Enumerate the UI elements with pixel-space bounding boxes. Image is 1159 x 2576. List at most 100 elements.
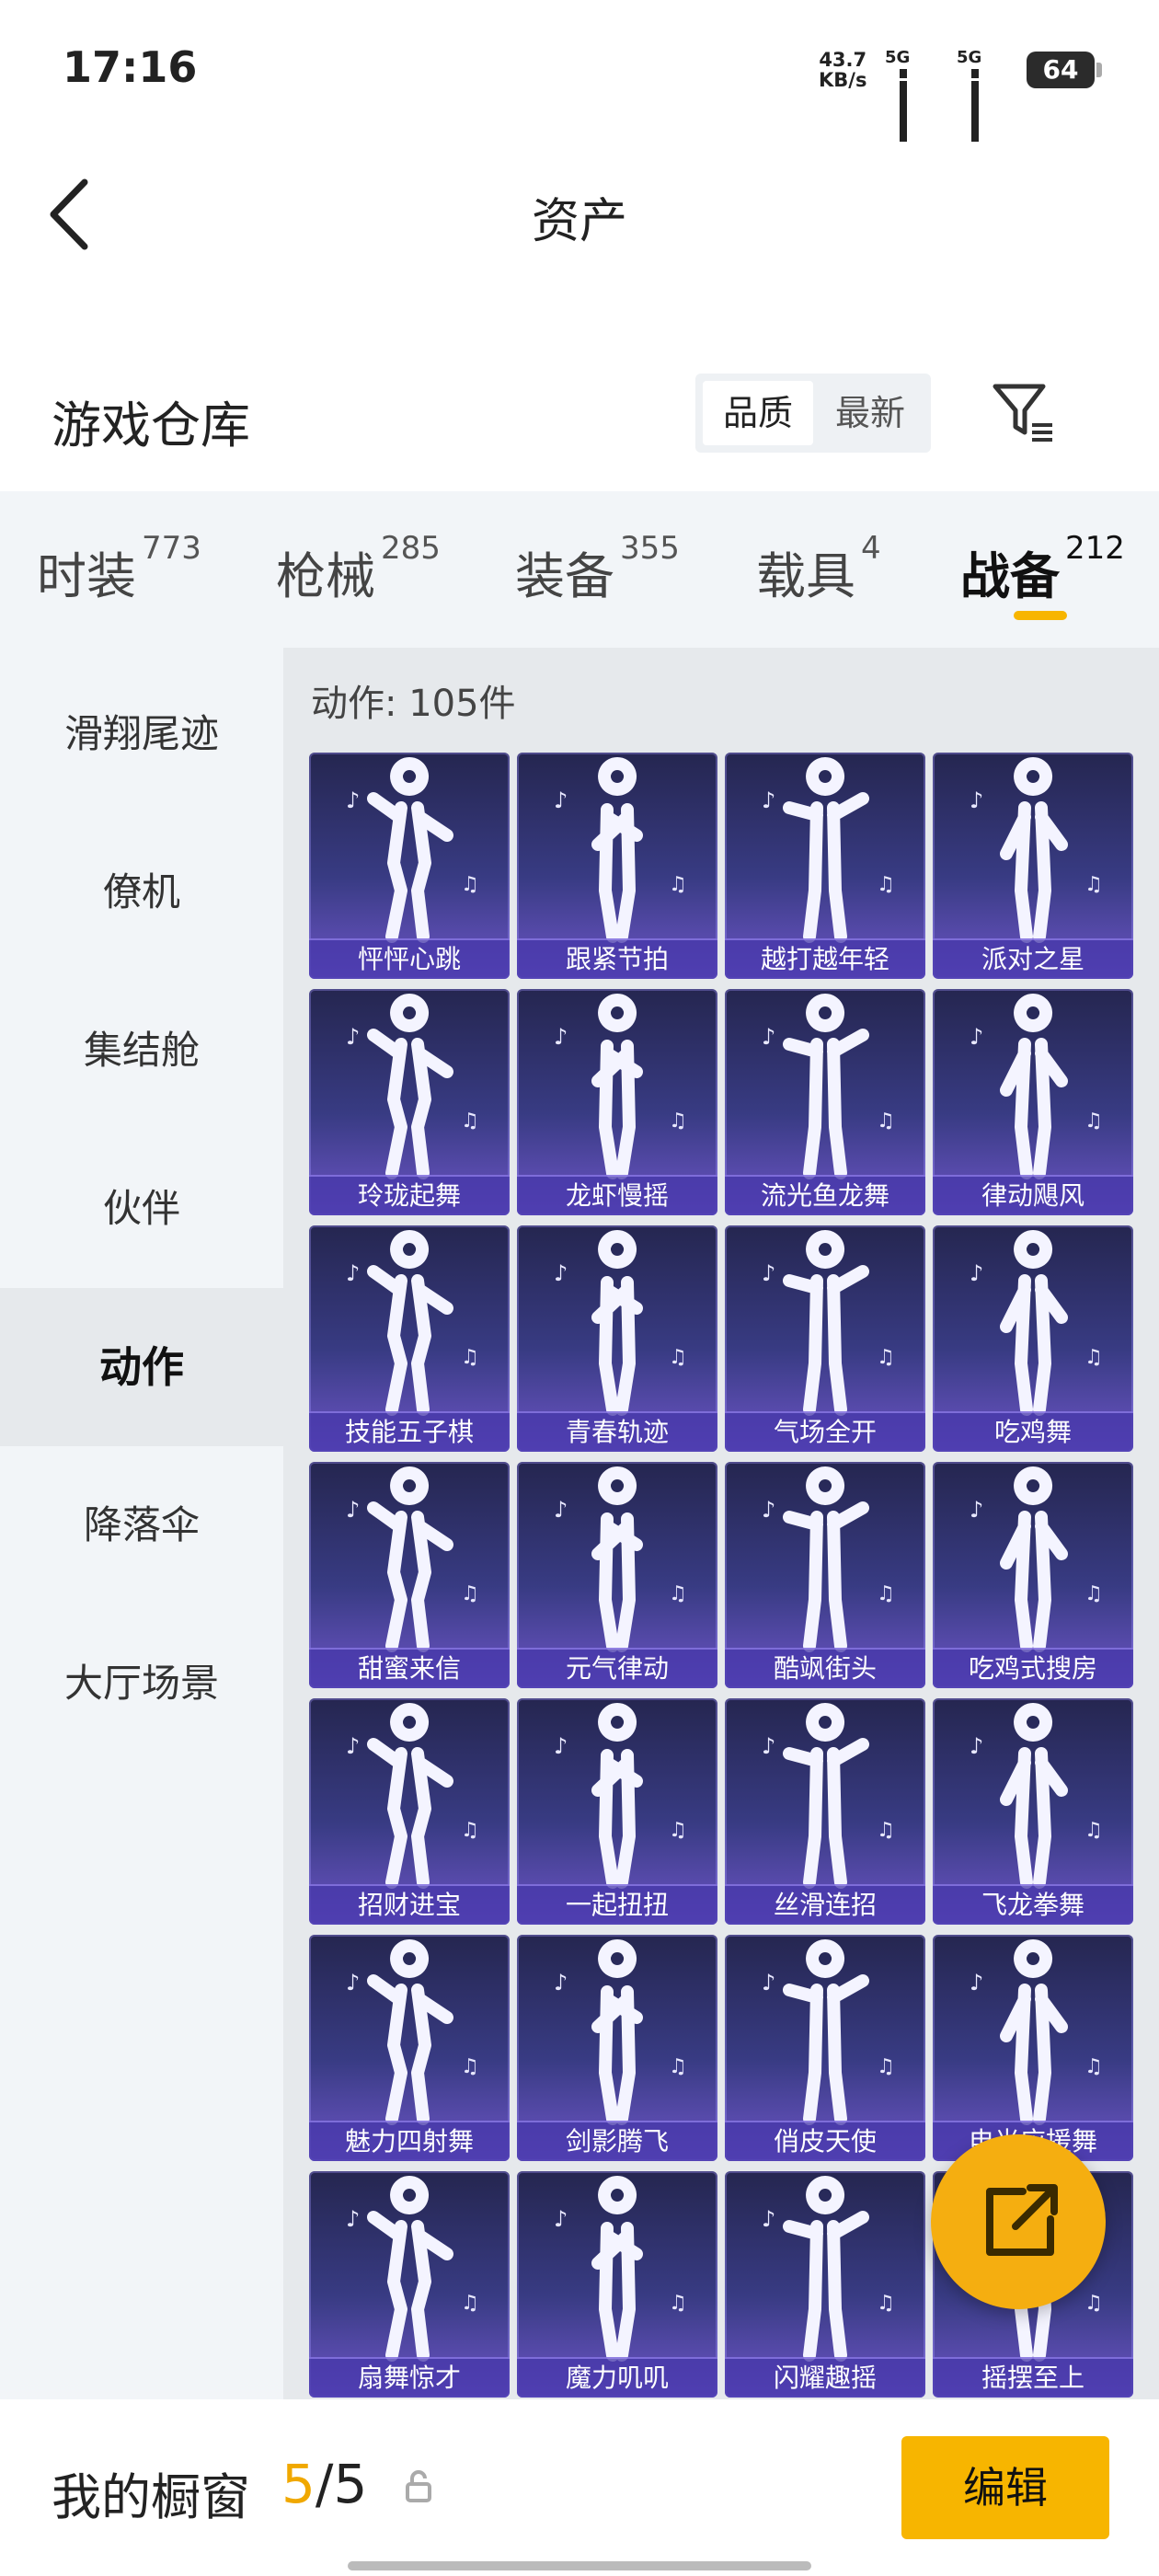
emote-card[interactable]: ♪ ♫ 流光鱼龙舞 <box>725 989 925 1215</box>
emote-card[interactable]: ♪ ♫ 闪耀趣摇 <box>725 2171 925 2398</box>
svg-text:♫: ♫ <box>669 2292 687 2315</box>
emote-card[interactable]: ♪ ♫ 酷飒街头 <box>725 1462 925 1688</box>
emote-name: 青春轨迹 <box>517 1411 717 1452</box>
tab-guns[interactable]: 枪械 285 <box>276 530 441 608</box>
emote-name: 扇舞惊才 <box>309 2357 510 2398</box>
svg-text:♪: ♪ <box>554 788 568 813</box>
network-rate: 43.7 KB/s <box>819 50 866 90</box>
network-rate-value: 43.7 <box>819 49 867 71</box>
emote-card[interactable]: ♪ ♫ 魅力四射舞 <box>309 1935 510 2161</box>
emote-card[interactable]: ♪ ♫ 龙虾慢摇 <box>517 989 717 1215</box>
svg-text:♫: ♫ <box>669 1110 687 1133</box>
emote-figure-icon: ♪♫ <box>346 1230 479 1416</box>
emote-figure-icon: ♪♫ <box>554 1230 687 1416</box>
sidebar-item-parachute[interactable]: 降落伞 <box>0 1446 283 1604</box>
sidebar-item-rally-pod[interactable]: 集结舱 <box>0 972 283 1130</box>
emote-figure-icon: ♪♫ <box>346 757 479 943</box>
status-bar: 17:16 43.7 KB/s 5G 5G 64 <box>0 0 1159 142</box>
svg-text:♪: ♪ <box>554 1497 568 1523</box>
sort-latest-button[interactable]: 最新 <box>817 381 924 445</box>
emote-card[interactable]: ♪ ♫ 俏皮天使 <box>725 1935 925 2161</box>
active-tab-indicator <box>1014 611 1067 620</box>
emote-name: 飞龙拳舞 <box>933 1884 1133 1925</box>
tab-fashion[interactable]: 时装 773 <box>37 530 201 608</box>
svg-text:♫: ♫ <box>1084 873 1103 896</box>
emote-card[interactable]: ♪ ♫ 魔力叽叽 <box>517 2171 717 2398</box>
svg-text:♪: ♪ <box>970 1970 983 1995</box>
sidebar-item-wingman[interactable]: 僚机 <box>0 813 283 972</box>
emote-card[interactable]: ♪ ♫ 跟紧节拍 <box>517 753 717 979</box>
svg-text:♫: ♫ <box>1084 1346 1103 1369</box>
svg-text:♪: ♪ <box>554 1970 568 1995</box>
svg-text:♪: ♪ <box>554 1733 568 1759</box>
svg-text:♪: ♪ <box>346 1497 360 1523</box>
emote-card[interactable]: ♪ ♫ 扇舞惊才 <box>309 2171 510 2398</box>
emote-card[interactable]: ♪ ♫ 元气律动 <box>517 1462 717 1688</box>
svg-text:♫: ♫ <box>461 1582 479 1605</box>
svg-text:♪: ♪ <box>346 1733 360 1759</box>
svg-text:♫: ♫ <box>877 1819 895 1842</box>
emote-card[interactable]: ♪ ♫ 玲珑起舞 <box>309 989 510 1215</box>
tab-combat-prep[interactable]: 战备 212 <box>960 530 1125 608</box>
svg-text:♪: ♪ <box>346 1260 360 1286</box>
emote-figure-icon: ♪♫ <box>554 2176 687 2362</box>
emote-card[interactable]: ♪ ♫ 越打越年轻 <box>725 753 925 979</box>
filter-icon <box>993 384 1052 442</box>
emote-name: 龙虾慢摇 <box>517 1175 717 1215</box>
emote-figure-icon: ♪♫ <box>554 1703 687 1889</box>
emote-card[interactable]: ♪ ♫ 青春轨迹 <box>517 1225 717 1452</box>
sidebar-item-emotes[interactable]: 动作 <box>0 1288 283 1446</box>
share-button[interactable] <box>931 2134 1106 2309</box>
emote-card[interactable]: ♪ ♫ 怦怦心跳 <box>309 753 510 979</box>
battery-icon: 64 <box>1027 52 1102 88</box>
emote-name: 招财进宝 <box>309 1884 510 1925</box>
edit-button[interactable]: 编辑 <box>901 2436 1109 2539</box>
emote-card[interactable]: ♪ ♫ 剑影腾飞 <box>517 1935 717 2161</box>
emote-card[interactable]: ♪ ♫ 飞龙拳舞 <box>933 1698 1133 1925</box>
filter-button[interactable] <box>990 379 1056 445</box>
emote-figure-icon: ♪♫ <box>346 2176 479 2362</box>
warehouse-title: 游戏仓库 <box>52 397 250 454</box>
emote-card[interactable]: ♪ ♫ 吃鸡式搜房 <box>933 1462 1133 1688</box>
external-link-icon <box>986 2184 1058 2256</box>
svg-text:♪: ♪ <box>346 2206 360 2232</box>
sidebar-item-lobby-scene[interactable]: 大厅场景 <box>0 1604 283 1763</box>
svg-text:♫: ♫ <box>669 1582 687 1605</box>
emote-card[interactable]: ♪ ♫ 一起扭扭 <box>517 1698 717 1925</box>
emote-card[interactable]: ♪ ♫ 派对之星 <box>933 753 1133 979</box>
sidebar-item-glide-trail[interactable]: 滑翔尾迹 <box>0 655 283 813</box>
emote-card[interactable]: ♪ ♫ 技能五子棋 <box>309 1225 510 1452</box>
emote-name: 丝滑连招 <box>725 1884 925 1925</box>
svg-text:♪: ♪ <box>346 1024 360 1050</box>
emote-card[interactable]: ♪ ♫ 丝滑连招 <box>725 1698 925 1925</box>
svg-text:♪: ♪ <box>554 1024 568 1050</box>
svg-text:♫: ♫ <box>1084 1819 1103 1842</box>
emote-name: 摇摆至上 <box>933 2357 1133 2398</box>
emote-name: 甜蜜来信 <box>309 1648 510 1688</box>
svg-text:♪: ♪ <box>970 1497 983 1523</box>
emote-name: 吃鸡式搜房 <box>933 1648 1133 1688</box>
emote-card[interactable]: ♪♫电光应援舞 <box>933 1935 1133 2161</box>
emote-card[interactable]: ♪ ♫ 甜蜜来信 <box>309 1462 510 1688</box>
emote-card[interactable]: ♪ ♫ 律动飓风 <box>933 989 1133 1215</box>
status-time: 17:16 <box>63 42 198 92</box>
emote-name: 越打越年轻 <box>725 938 925 979</box>
svg-text:♫: ♫ <box>1084 2055 1103 2078</box>
emote-card[interactable]: ♪ ♫ 吃鸡舞 <box>933 1225 1133 1452</box>
emote-figure-icon: ♪♫ <box>762 1230 895 1416</box>
emote-name: 气场全开 <box>725 1411 925 1452</box>
emote-name: 技能五子棋 <box>309 1411 510 1452</box>
emote-name: 流光鱼龙舞 <box>725 1175 925 1215</box>
emote-card[interactable]: ♪ ♫ 气场全开 <box>725 1225 925 1452</box>
emote-name: 元气律动 <box>517 1648 717 1688</box>
svg-text:♫: ♫ <box>461 2292 479 2315</box>
svg-text:♪: ♪ <box>762 1024 775 1050</box>
sidebar-item-partner[interactable]: 伙伴 <box>0 1130 283 1288</box>
svg-text:♫: ♫ <box>877 1110 895 1133</box>
emote-figure-icon: ♪♫ <box>970 757 1103 943</box>
tab-vehicles[interactable]: 载具 4 <box>756 530 881 608</box>
emote-card[interactable]: ♪ ♫ 招财进宝 <box>309 1698 510 1925</box>
sort-quality-button[interactable]: 品质 <box>703 381 813 445</box>
emote-figure-icon: ♪♫ <box>346 1939 479 2125</box>
tab-equipment[interactable]: 装备 355 <box>515 530 680 608</box>
